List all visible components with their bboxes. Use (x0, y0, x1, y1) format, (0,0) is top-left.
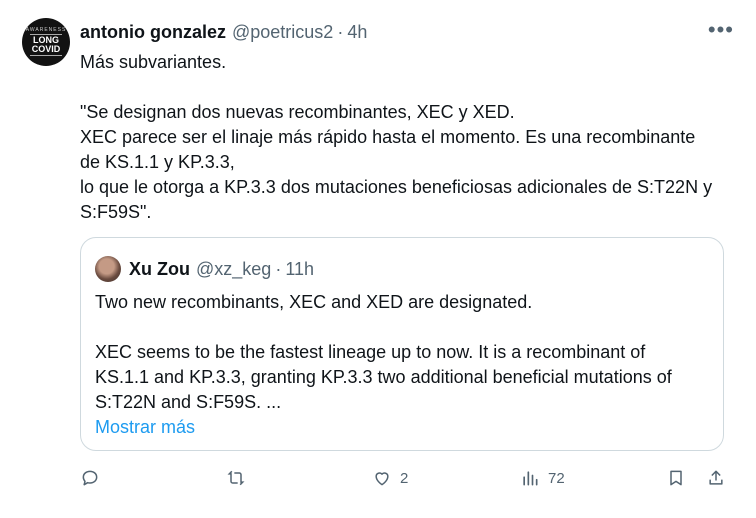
tweet-text: Más subvariantes. "Se designan dos nueva… (80, 50, 740, 225)
tweet-time[interactable]: 4h (347, 22, 367, 43)
reply-button[interactable] (80, 468, 108, 488)
tweet-line: de KS.1.1 y KP.3.3, (80, 152, 235, 172)
quoted-tweet-time: 11h (285, 258, 315, 279)
share-icon (709, 470, 723, 485)
bookmark-button[interactable] (666, 468, 686, 488)
heart-icon (375, 472, 389, 486)
analytics-icon (523, 471, 538, 486)
avatar-word-2: COVID (31, 44, 61, 54)
separator-dot: · (337, 21, 344, 42)
reply-icon (82, 470, 98, 486)
quoted-line: KS.1.1 and KP.3.3, granting KP.3.3 two a… (95, 367, 672, 387)
author-avatar[interactable]: AWARENESS LONG COVID (22, 18, 70, 66)
repost-icon (227, 470, 245, 486)
author-name[interactable]: antonio gonzalez (80, 22, 226, 43)
quoted-tweet-header: Xu Zou @xz_keg · 11h (95, 256, 314, 282)
more-options-icon[interactable]: ••• (708, 19, 734, 41)
views-button[interactable]: 72 (520, 468, 565, 488)
separator-dot: · (275, 258, 282, 279)
quoted-author-handle: @xz_keg (196, 258, 272, 279)
bookmark-icon (670, 470, 682, 486)
tweet-header: antonio gonzalez @poetricus2 · 4h (80, 20, 736, 44)
tweet-line: "Se designan dos nuevas recombinantes, X… (80, 102, 515, 122)
action-bar: 2 72 (80, 468, 734, 494)
like-count: 2 (400, 469, 409, 487)
tweet-line: lo que le otorga a KP.3.3 dos mutaciones… (80, 177, 713, 197)
quoted-line: Two new recombinants, XEC and XED are de… (95, 292, 533, 312)
quoted-author-avatar (95, 256, 121, 282)
quoted-tweet[interactable]: Xu Zou @xz_keg · 11h Two new recombinant… (80, 237, 724, 451)
avatar-divider (30, 55, 62, 56)
avatar-ring-text: AWARENESS (25, 27, 67, 33)
tweet-line: Más subvariantes. (80, 52, 227, 72)
show-more-link[interactable]: Mostrar más (95, 415, 715, 440)
quoted-tweet-text: Two new recombinants, XEC and XED are de… (95, 290, 715, 440)
quoted-author-name: Xu Zou (129, 258, 190, 279)
tweet-line: S:F59S". (80, 202, 152, 222)
repost-button[interactable] (226, 468, 254, 488)
quoted-line: S:T22N and S:F59S. ... (95, 392, 282, 412)
views-count: 72 (548, 469, 565, 487)
author-handle[interactable]: @poetricus2 (232, 22, 333, 43)
share-button[interactable] (706, 468, 726, 488)
tweet-line: XEC parece ser el linaje más rápido hast… (80, 127, 696, 147)
quoted-line: XEC seems to be the fastest lineage up t… (95, 342, 646, 362)
like-button[interactable]: 2 (372, 468, 408, 488)
